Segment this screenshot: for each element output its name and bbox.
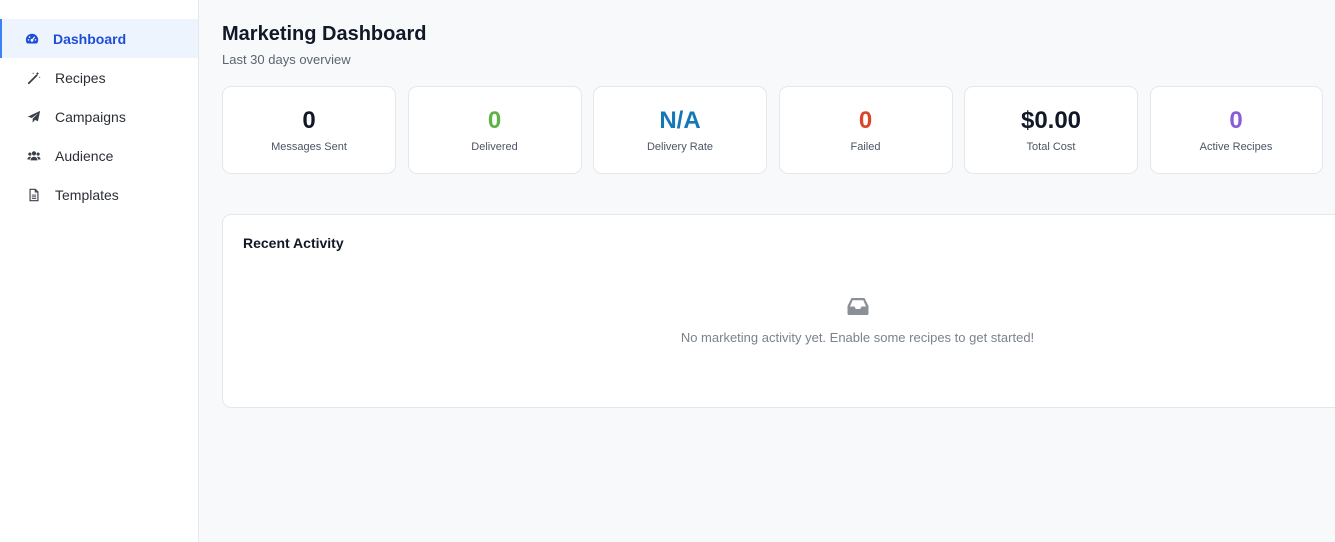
page-title: Marketing Dashboard	[222, 23, 427, 45]
stat-value: 0	[858, 107, 873, 134]
inbox-icon	[847, 297, 869, 320]
recent-activity-panel: Recent Activity No marketing activity ye…	[222, 214, 1335, 408]
sidebar-item-campaigns[interactable]: Campaigns	[0, 97, 198, 136]
stats-row: 0 Messages Sent 0 Delivered N/A Delivery…	[222, 86, 1335, 174]
stat-card-failed: 0 Failed	[778, 86, 953, 174]
stat-value: 0	[1229, 107, 1243, 134]
empty-state: No marketing activity yet. Enable some r…	[223, 297, 1335, 345]
sidebar-item-dashboard[interactable]: Dashboard	[0, 19, 198, 58]
stat-label: Total Cost	[1026, 141, 1076, 153]
stat-value: $0.00	[1020, 107, 1082, 134]
sidebar-item-templates[interactable]: Templates	[0, 175, 198, 214]
stat-label: Delivered	[471, 141, 518, 153]
stat-card-messages-sent: 0 Messages Sent	[222, 86, 396, 174]
sidebar-item-recipes[interactable]: Recipes	[0, 58, 198, 97]
document-icon	[26, 187, 42, 203]
stat-label: Failed	[850, 141, 881, 153]
main-content: Marketing Dashboard Last 30 days overvie…	[199, 0, 1335, 542]
stat-label: Active Recipes	[1199, 141, 1273, 153]
stat-label: Delivery Rate	[646, 141, 714, 153]
stat-card-delivery-rate: N/A Delivery Rate	[593, 86, 767, 174]
users-icon	[26, 148, 42, 164]
sidebar-item-label: Dashboard	[53, 30, 127, 47]
sidebar: Dashboard Recipes Campaigns Audience Tem…	[0, 0, 199, 542]
stat-value: 0	[487, 107, 502, 134]
magic-wand-icon	[26, 70, 42, 86]
stat-card-delivered: 0 Delivered	[407, 86, 582, 174]
stat-value: N/A	[659, 107, 701, 134]
sidebar-item-label: Recipes	[55, 69, 106, 86]
stat-label: Messages Sent	[271, 141, 347, 153]
sidebar-item-label: Campaigns	[55, 108, 126, 125]
sidebar-item-label: Audience	[55, 147, 114, 164]
app-root: Dashboard Recipes Campaigns Audience Tem…	[0, 0, 1335, 542]
empty-state-text: No marketing activity yet. Enable some r…	[680, 330, 1035, 345]
sidebar-item-audience[interactable]: Audience	[0, 136, 198, 175]
page-subtitle: Last 30 days overview	[222, 52, 351, 67]
stat-card-total-cost: $0.00 Total Cost	[964, 86, 1138, 174]
sidebar-item-label: Templates	[55, 186, 119, 203]
stat-card-active-recipes: 0 Active Recipes	[1149, 86, 1323, 174]
gauge-icon	[24, 31, 40, 47]
recent-activity-title: Recent Activity	[243, 235, 344, 251]
stat-value: 0	[302, 107, 316, 134]
paper-plane-icon	[26, 109, 42, 125]
